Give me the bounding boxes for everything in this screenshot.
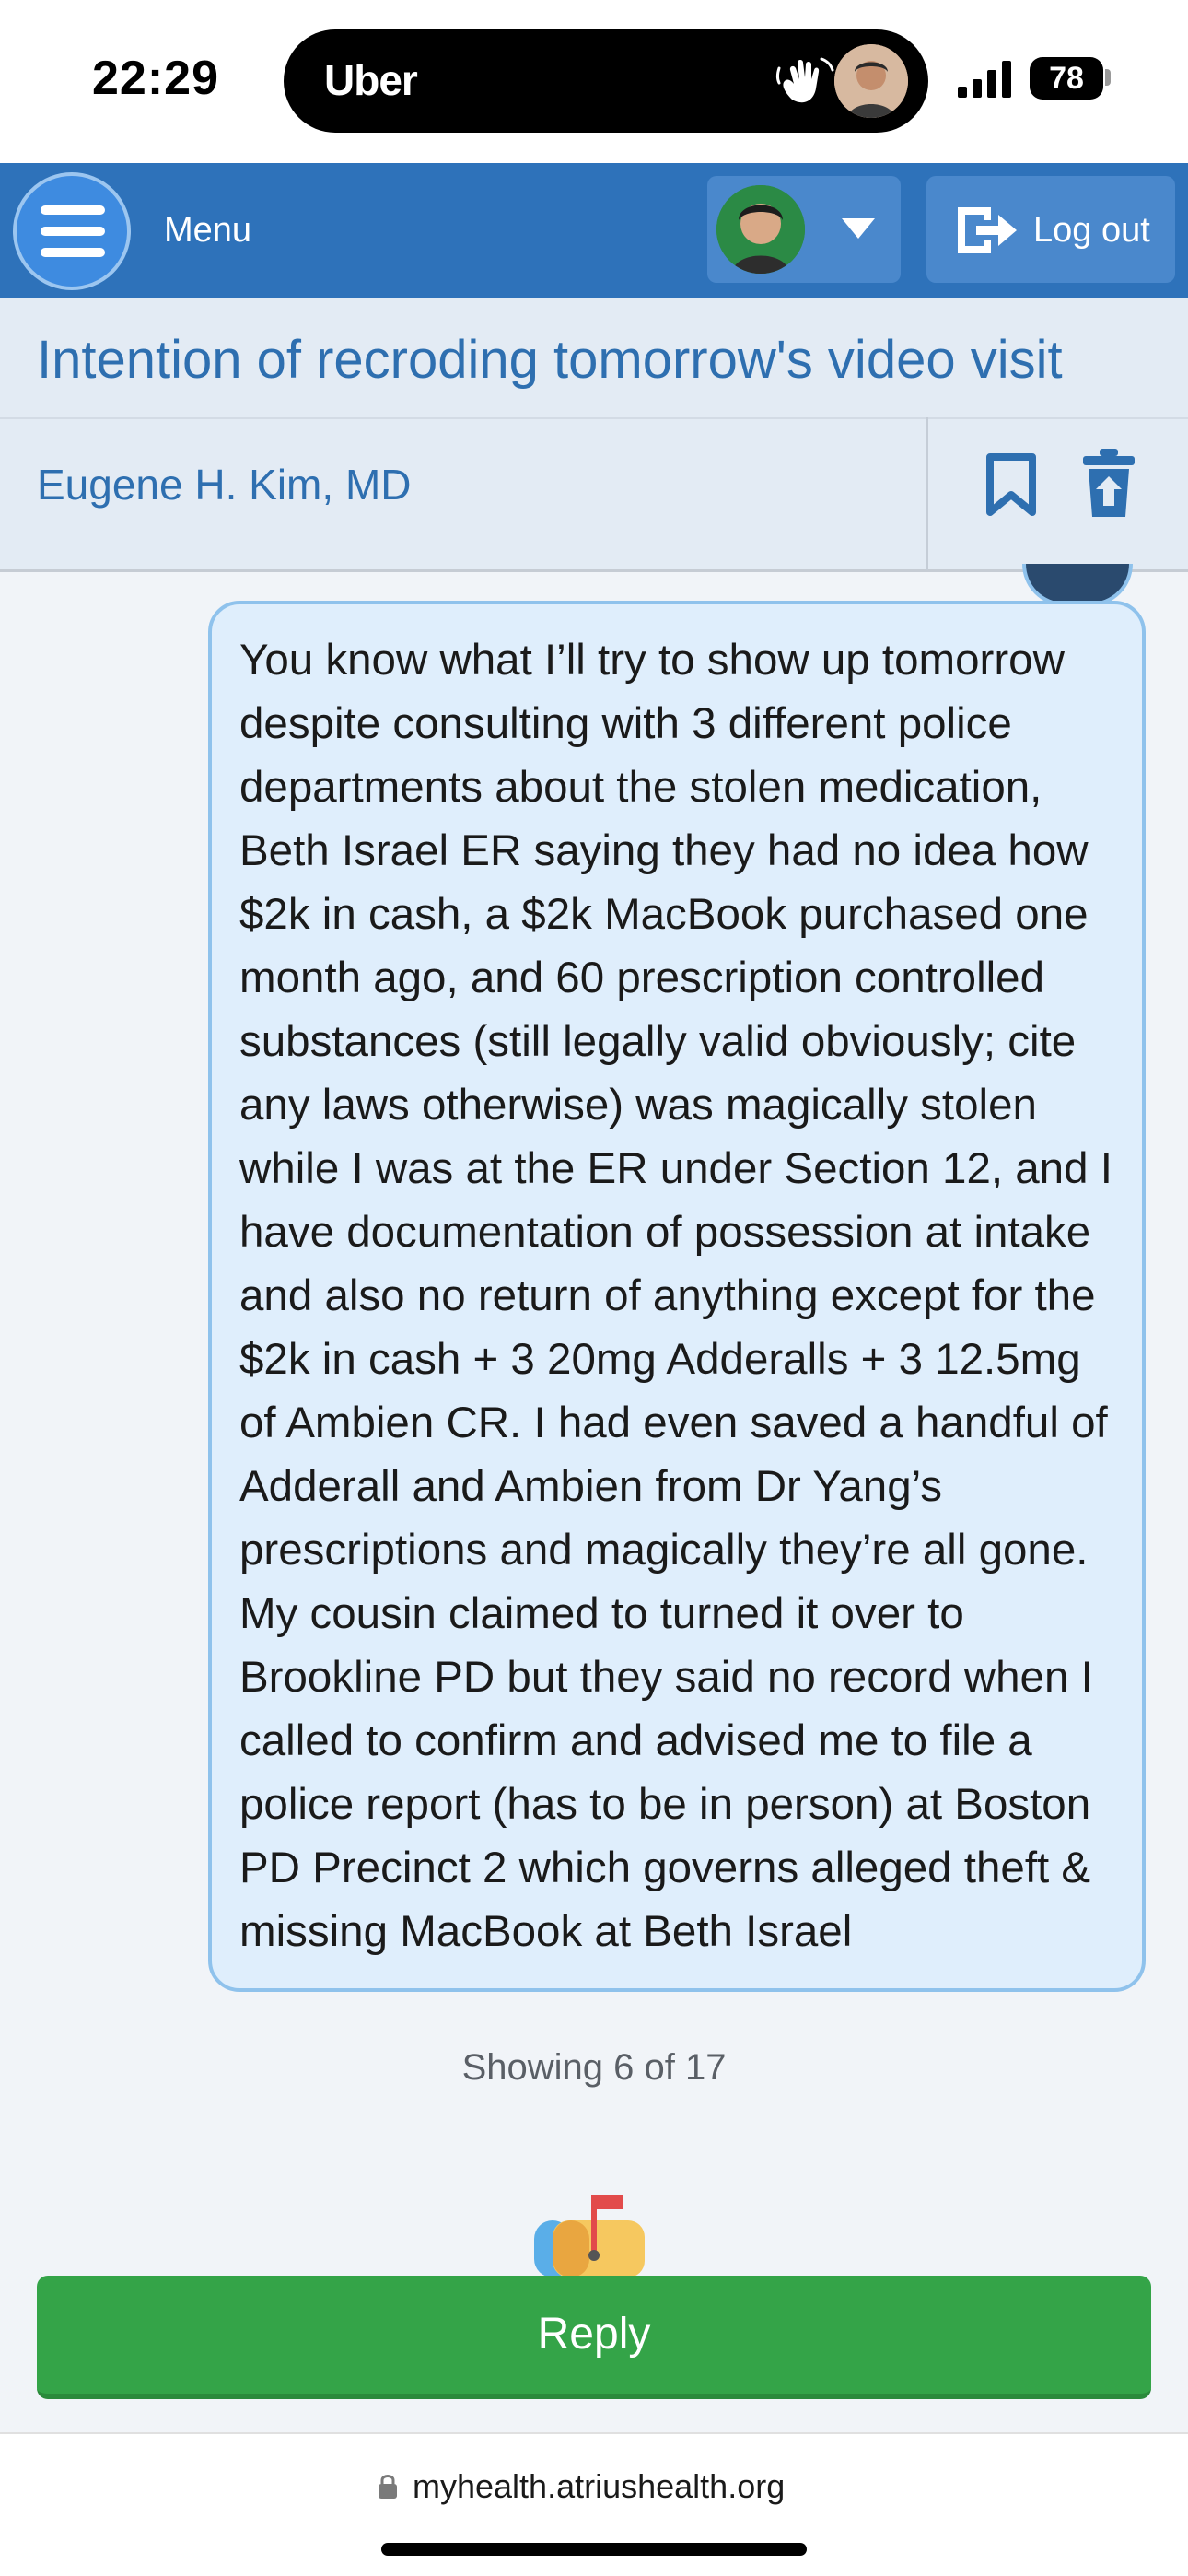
- browser-address-bar[interactable]: myhealth.atriushealth.org: [0, 2432, 1188, 2576]
- app-header: Menu Log out: [0, 163, 1188, 298]
- message-subject: Intention of recroding tomorrow's video …: [37, 330, 1063, 390]
- message-bubble: You know what I’ll try to show up tomorr…: [208, 601, 1146, 1992]
- message-body: You know what I’ll try to show up tomorr…: [239, 636, 1112, 1956]
- hamburger-icon: [41, 205, 105, 257]
- lock-icon: [379, 2475, 397, 2499]
- live-activity-app-name: Uber: [324, 56, 418, 104]
- logout-icon: [958, 207, 1017, 253]
- url-text[interactable]: myhealth.atriushealth.org: [413, 2467, 785, 2506]
- message-header: Intention of recroding tomorrow's video …: [0, 298, 1188, 572]
- avatar: [716, 185, 805, 274]
- battery-cap: [1105, 69, 1111, 86]
- wave-hand-icon: [776, 57, 834, 103]
- app-screen: 22:29 Uber 78 Menu Log out Intention of …: [0, 0, 1188, 2576]
- live-activity-avatar: [834, 44, 908, 118]
- clock: 22:29: [92, 52, 219, 105]
- pagination-status: Showing 6 of 17: [461, 2047, 727, 2088]
- menu-button[interactable]: [13, 172, 131, 290]
- bookmark-icon[interactable]: [985, 452, 1037, 517]
- reply-button[interactable]: Reply: [37, 2276, 1151, 2399]
- account-switcher-button[interactable]: [707, 176, 901, 283]
- logout-button[interactable]: Log out: [926, 176, 1175, 283]
- battery-indicator: 78: [1030, 57, 1103, 100]
- divider: [0, 417, 1188, 419]
- trash-icon[interactable]: [1081, 449, 1136, 519]
- cellular-signal-icon: [958, 61, 1011, 98]
- provider-name[interactable]: Eugene H. Kim, MD: [37, 460, 411, 509]
- divider: [926, 417, 928, 570]
- status-bar: 22:29 Uber 78: [0, 0, 1188, 163]
- menu-label[interactable]: Menu: [164, 211, 251, 251]
- mailbox-icon: [534, 2195, 645, 2277]
- dynamic-island[interactable]: Uber: [284, 29, 928, 133]
- home-indicator[interactable]: [381, 2543, 807, 2556]
- caret-down-icon: [842, 218, 875, 239]
- logout-label: Log out: [1033, 211, 1150, 250]
